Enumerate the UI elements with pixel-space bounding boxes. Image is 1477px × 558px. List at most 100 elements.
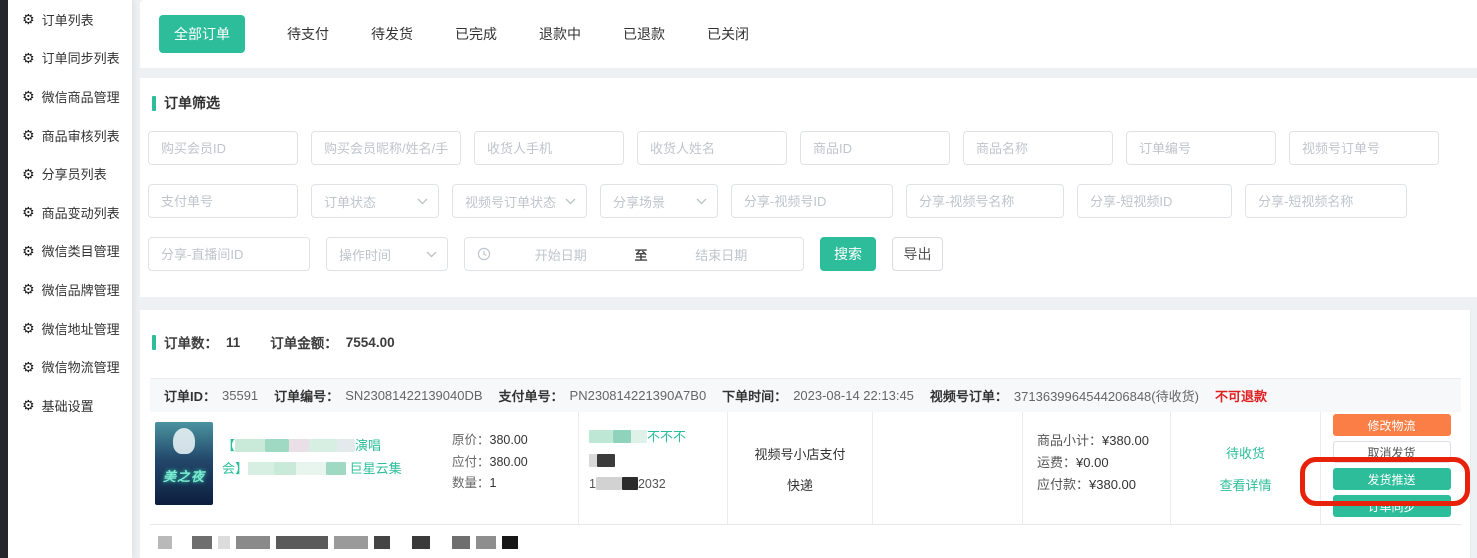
order-amount-value: 7554.00: [346, 335, 395, 350]
main-content: 全部订单 待支付 待发货 已完成 退款中 已退款 已关闭 订单筛选: [132, 0, 1477, 558]
sidebar-item-wechat-logistics-mgmt[interactable]: ⚙微信物流管理: [8, 347, 132, 386]
redacted-block: [589, 430, 613, 443]
sidebar-item-label: 微信品牌管理: [42, 280, 120, 299]
freight-label: 运费：: [1037, 455, 1076, 470]
orders-card: 订单数： 11 订单金额： 7554.00 订单ID：35591 订单编号：SN…: [140, 310, 1471, 558]
tab-pending-shipment[interactable]: 待发货: [371, 24, 413, 44]
share-video-name-input[interactable]: [906, 184, 1064, 218]
search-button[interactable]: 搜索: [820, 237, 876, 271]
sidebar-item-wechat-product-mgmt[interactable]: ⚙微信商品管理: [8, 77, 132, 116]
redacted-block: [334, 536, 368, 549]
sidebar-item-label: 基础设置: [42, 396, 94, 415]
product-price-block: 原价：380.00 应付：380.00 数量：1: [452, 430, 528, 495]
product-title-line1: 【演唱: [222, 434, 447, 457]
export-button[interactable]: 导出: [892, 237, 943, 271]
order-status-select[interactable]: 订单状态: [311, 184, 439, 218]
share-video-id-input[interactable]: [731, 184, 893, 218]
sidebar-item-product-review-list[interactable]: ⚙商品审核列表: [8, 116, 132, 155]
gear-icon: ⚙: [22, 51, 35, 65]
totals-cell: 商品小计：¥380.00 运费：¥0.00 应付款：¥380.00: [1022, 412, 1170, 525]
section-accent-bar: [152, 96, 156, 111]
sidebar-item-label: 商品变动列表: [42, 203, 120, 222]
redacted-block: [589, 454, 597, 467]
gear-icon: ⚙: [22, 244, 35, 258]
shipping-method: 快递: [787, 475, 813, 494]
tab-completed[interactable]: 已完成: [455, 24, 497, 44]
order-stats: 订单数： 11 订单金额： 7554.00: [152, 332, 395, 352]
buyer-id-input[interactable]: [148, 131, 298, 165]
tab-refunded[interactable]: 已退款: [623, 24, 665, 44]
tab-closed[interactable]: 已关闭: [707, 24, 749, 44]
order-count-value: 11: [226, 335, 240, 350]
poster-title-text: 美之夜: [155, 466, 213, 485]
video-order-no-input[interactable]: [1289, 131, 1439, 165]
video-order-label: 视频号订单：: [930, 386, 1008, 405]
date-range-picker[interactable]: 开始日期 至 结束日期: [464, 237, 804, 271]
section-accent-bar: [152, 335, 156, 350]
cancel-shipment-button[interactable]: 取消发货: [1333, 441, 1451, 463]
customer-extra: [589, 454, 721, 468]
spacer: [178, 536, 186, 549]
sidebar-item-basic-settings[interactable]: ⚙基础设置: [8, 386, 132, 425]
share-live-id-input[interactable]: [148, 237, 310, 271]
chevron-down-icon: [696, 198, 707, 205]
order-time-label: 下单时间：: [722, 386, 787, 405]
order-time-value: 2023-08-14 22:13:45: [793, 388, 914, 403]
redacted-block: [274, 462, 296, 475]
order-status-tabs: 全部订单 待支付 待发货 已完成 退款中 已退款 已关闭: [140, 0, 1477, 68]
redacted-row-strip: [158, 535, 518, 550]
product-id-input[interactable]: [800, 131, 950, 165]
chevron-down-icon: [426, 251, 437, 258]
redacted-block: [374, 536, 390, 549]
view-detail-link[interactable]: 查看详情: [1219, 475, 1271, 494]
tab-pending-payment[interactable]: 待支付: [287, 24, 329, 44]
order-sn-input[interactable]: [1126, 131, 1276, 165]
buyer-info-input[interactable]: [311, 131, 461, 165]
order-sync-button[interactable]: 订单同步: [1333, 495, 1451, 517]
share-scene-select[interactable]: 分享场景: [600, 184, 718, 218]
redacted-block: [631, 430, 647, 443]
sidebar-item-wechat-address-mgmt[interactable]: ⚙微信地址管理: [8, 309, 132, 348]
sidebar-item-order-sync-list[interactable]: ⚙订单同步列表: [8, 39, 132, 78]
modify-logistics-button[interactable]: 修改物流: [1333, 414, 1451, 436]
date-end-placeholder[interactable]: 结束日期: [652, 245, 792, 264]
operate-time-select[interactable]: 操作时间: [326, 237, 448, 271]
payment-cell: 视频号小店支付 快递: [727, 412, 872, 525]
redacted-block: [613, 430, 631, 443]
date-to-label: 至: [631, 245, 652, 264]
video-order-status-select[interactable]: 视频号订单状态: [452, 184, 587, 218]
tab-all-orders[interactable]: 全部订单: [159, 15, 245, 53]
date-start-placeholder[interactable]: 开始日期: [491, 245, 631, 264]
sidebar-item-label: 微信地址管理: [42, 319, 120, 338]
sidebar-item-order-list[interactable]: ⚙订单列表: [8, 0, 132, 39]
receiver-name-input[interactable]: [637, 131, 787, 165]
sidebar-item-sharer-list[interactable]: ⚙分享员列表: [8, 154, 132, 193]
sidebar-item-wechat-brand-mgmt[interactable]: ⚙微信品牌管理: [8, 270, 132, 309]
sidebar-item-wechat-category-mgmt[interactable]: ⚙微信类目管理: [8, 232, 132, 271]
product-name-input[interactable]: [963, 131, 1113, 165]
ship-push-button[interactable]: 发货推送: [1333, 468, 1451, 490]
chevron-down-icon: [565, 198, 576, 205]
subtotal-label: 商品小计：: [1037, 433, 1102, 448]
gear-icon: ⚙: [22, 360, 35, 374]
title-fragment: 巨星云集: [350, 461, 402, 476]
phone-fragment: 1: [589, 477, 596, 491]
order-row: 美之夜 【演唱 会】 巨星云集 原价：380.00 应付：380.00 数量：1…: [150, 412, 1462, 525]
redacted-block: [158, 536, 172, 549]
redacted-block: [218, 536, 230, 549]
pay-no-input[interactable]: [148, 184, 298, 218]
sidebar-item-product-change-list[interactable]: ⚙商品变动列表: [8, 193, 132, 232]
product-title-link[interactable]: 【演唱 会】 巨星云集: [222, 434, 447, 480]
subtotal-value: ¥380.00: [1102, 433, 1149, 448]
share-short-id-input[interactable]: [1077, 184, 1232, 218]
order-status-text: 待收货: [1226, 443, 1265, 462]
tab-refunding[interactable]: 退款中: [539, 24, 581, 44]
order-filter-card: 订单筛选 订单状态 视频号订单状态 分享场景: [140, 78, 1477, 297]
order-header: 订单ID：35591 订单编号：SN23081422139040DB 支付单号：…: [150, 378, 1461, 412]
redacted-block: [192, 536, 212, 549]
redacted-block: [597, 454, 615, 467]
share-short-name-input[interactable]: [1245, 184, 1407, 218]
order-tabs-card: 全部订单 待支付 待发货 已完成 退款中 已退款 已关闭: [140, 0, 1477, 68]
receiver-phone-input[interactable]: [474, 131, 624, 165]
empty-cell: [872, 412, 1022, 525]
